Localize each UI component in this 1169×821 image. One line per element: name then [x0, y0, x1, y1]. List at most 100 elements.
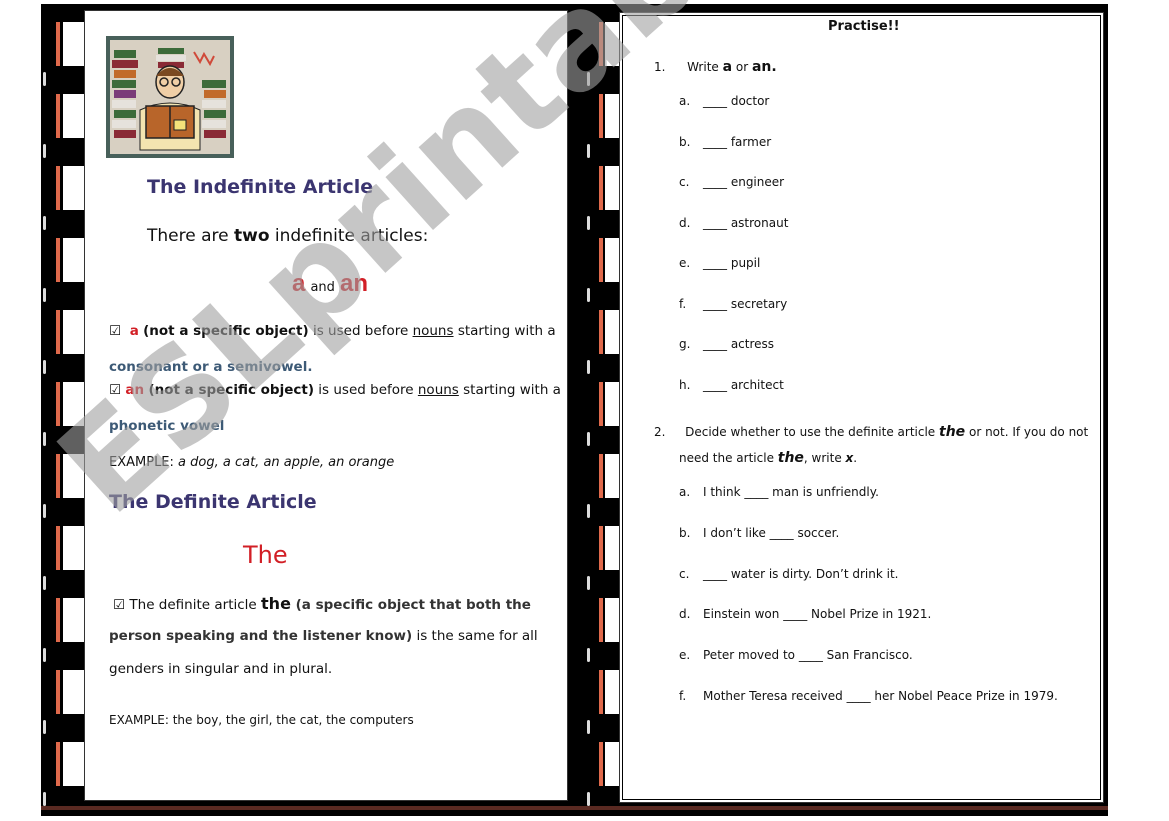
film-sprocket-hole	[43, 144, 46, 158]
item-letter: b.	[679, 525, 691, 540]
exercise2-line2-mid: , write	[803, 451, 846, 465]
answer-blank[interactable]: ____	[703, 297, 731, 311]
rule-a: ☑ a (not a specific object) is used befo…	[109, 323, 556, 339]
answer-blank[interactable]: ____	[703, 337, 731, 351]
intro-suffix: indefinite articles:	[269, 226, 429, 246]
item-letter: b.	[679, 134, 691, 149]
exercise1-a: a	[722, 59, 733, 75]
film-sprocket-hole	[43, 504, 46, 518]
film-red-line	[56, 598, 60, 642]
answer-blank[interactable]: ____	[703, 94, 731, 108]
rule-a-text1: is used before	[308, 323, 413, 339]
item-word: architect	[730, 377, 784, 392]
film-red-line	[56, 310, 60, 354]
practise-title: Practise!!	[828, 19, 900, 34]
exercise2-the: the	[939, 424, 966, 440]
item-letter: e.	[679, 648, 691, 663]
film-red-line	[599, 742, 603, 786]
rule-a-article: a	[129, 323, 139, 339]
exercise1-or: or	[732, 60, 752, 74]
film-frame-window	[63, 166, 85, 210]
item-letter: e.	[679, 256, 691, 270]
rule-a-text2: starting with a	[453, 323, 556, 339]
answer-blank[interactable]: ____	[703, 378, 731, 392]
film-sprocket-hole	[43, 720, 46, 734]
answer-blank[interactable]: ____	[703, 135, 731, 149]
item-sentence: I think ____ man is unfriendly.	[703, 485, 879, 499]
film-sprocket-hole	[43, 648, 46, 662]
rule-the-bold-the: the	[261, 594, 291, 613]
film-frame-window	[605, 670, 619, 714]
item-letter: h.	[679, 377, 691, 392]
indefinite-article-heading: The Indefinite Article	[147, 176, 374, 198]
film-red-line	[599, 238, 603, 282]
film-frame-window	[605, 598, 619, 642]
item-word: doctor	[730, 94, 770, 108]
film-red-line	[56, 382, 60, 426]
rule-an-nouns: nouns	[417, 382, 459, 398]
film-sprocket-hole	[587, 360, 590, 374]
item-word: pupil	[730, 256, 761, 270]
film-red-line	[56, 238, 60, 282]
exercise2-item: d. Einstein won ____ Nobel Prize in 1921.	[679, 607, 931, 621]
exercise2-instruction-line1: 2. Decide whether to use the definite ar…	[654, 424, 1088, 440]
checkbox-checked-icon: ☑	[113, 597, 126, 613]
item-word: secretary	[730, 296, 788, 311]
exercise1-an: an.	[751, 59, 777, 75]
answer-blank[interactable]: ____	[703, 256, 731, 270]
film-frame-window	[605, 310, 619, 354]
film-red-line	[56, 742, 60, 786]
film-frame-window	[63, 742, 85, 786]
item-word: farmer	[730, 134, 772, 149]
article-an: an	[340, 270, 369, 297]
film-red-line	[599, 670, 603, 714]
item-letter: a.	[679, 94, 691, 108]
exercise2-item: e. Peter moved to ____ San Francisco.	[679, 648, 913, 662]
rule-an-text1: is used before	[314, 382, 418, 398]
film-frame-window	[605, 526, 619, 570]
film-sprocket-hole	[587, 72, 590, 86]
exercise2-item: c. ____ water is dirty. Don’t drink it.	[679, 567, 898, 581]
exercise2-item: b. I don’t like ____ soccer.	[679, 526, 839, 540]
film-red-line	[599, 454, 603, 498]
film-sprocket-hole	[587, 792, 590, 806]
film-sprocket-hole	[587, 144, 590, 158]
film-sprocket-hole	[43, 432, 46, 446]
exercise2-line1-prefix: Decide whether to use the definite artic…	[685, 425, 940, 439]
film-red-line	[599, 598, 603, 642]
film-frame-window	[63, 22, 85, 66]
film-bottom-rail	[41, 806, 1108, 810]
exercise1-item: d. ____ astronaut	[679, 216, 788, 230]
item-letter: d.	[679, 215, 691, 230]
item-letter: f.	[679, 689, 687, 703]
exercise2-number: 2.	[654, 425, 666, 439]
film-frame-window	[63, 238, 85, 282]
film-sprocket-hole	[587, 720, 590, 734]
rule-an-continuation: phonetic vowel	[109, 418, 225, 434]
film-sprocket-hole	[43, 360, 46, 374]
the-word: The	[243, 541, 288, 569]
rule-the-text2: is the same for all	[412, 628, 538, 644]
rule-an: ☑ an (not a specific object) is used bef…	[109, 382, 561, 398]
film-sprocket-hole	[43, 288, 46, 302]
rule-the-line3: genders in singular and in plural.	[109, 661, 333, 677]
film-sprocket-hole	[43, 216, 46, 230]
film-sprocket-hole	[43, 576, 46, 590]
answer-blank[interactable]: ____	[703, 216, 731, 230]
film-frame-window	[605, 22, 619, 66]
exercise1-item: a. ____ doctor	[679, 94, 769, 108]
item-sentence: Einstein won ____ Nobel Prize in 1921.	[703, 607, 932, 622]
example-text: a dog, a cat, an apple, an orange	[178, 455, 395, 470]
checkbox-checked-icon: ☑	[109, 382, 122, 398]
item-letter: d.	[679, 607, 691, 622]
item-letter: f.	[679, 296, 687, 311]
exercise2-instruction-line2: need the article the, write x.	[679, 450, 857, 466]
item-letter: a.	[679, 485, 691, 499]
exercise1-prefix: Write	[687, 60, 723, 74]
rule-an-article: an	[125, 382, 145, 398]
exercise2-the-2: the	[777, 450, 804, 466]
answer-blank[interactable]: ____	[703, 175, 731, 189]
rule-the-line2: person speaking and the listener know) i…	[109, 628, 538, 644]
film-frame-window	[605, 94, 619, 138]
film-red-line	[599, 22, 603, 66]
